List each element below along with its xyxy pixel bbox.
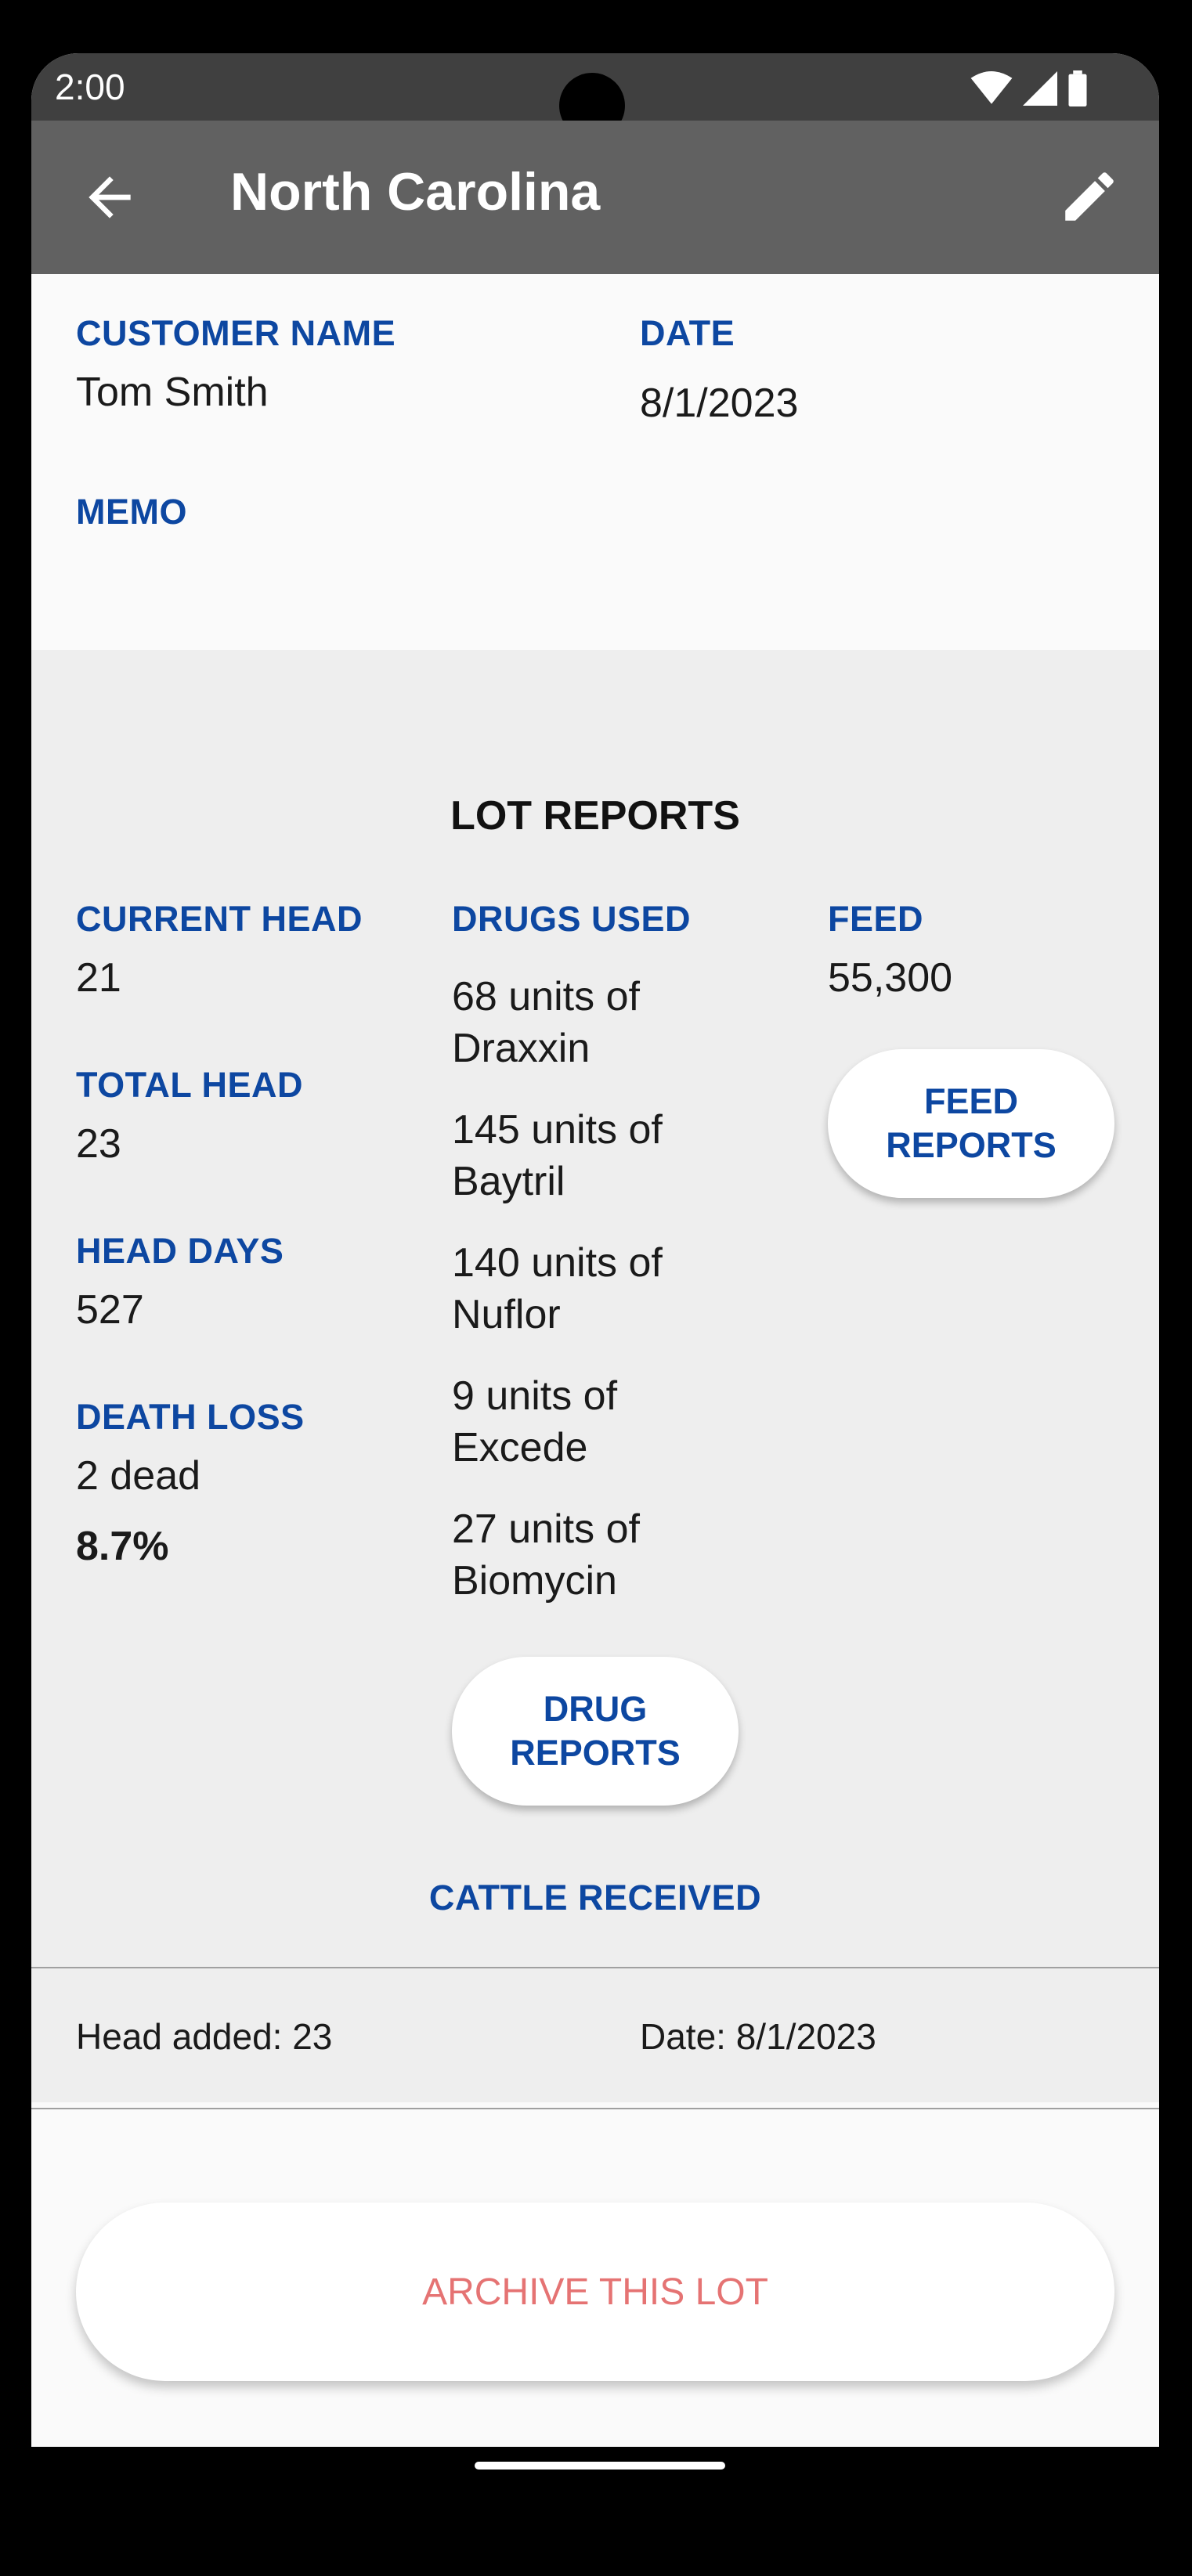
drug-reports-line1: DRUG: [543, 1689, 648, 1729]
back-button[interactable]: [78, 166, 141, 229]
status-bar: 2:00: [31, 53, 1159, 139]
drug-name: Baytril: [452, 1159, 565, 1204]
edit-pencil-icon: [1065, 172, 1114, 221]
head-days-value: 527: [76, 1287, 144, 1333]
wifi-icon: [970, 71, 1013, 104]
signal-icon: [1023, 71, 1057, 106]
drug-item: 68 units of Draxxin: [452, 971, 734, 1074]
archive-lot-button[interactable]: ARCHIVE THIS LOT: [76, 2203, 1114, 2381]
cattle-received-label: CATTLE RECEIVED: [428, 1878, 762, 1918]
memo-label: MEMO: [76, 492, 187, 532]
feed-reports-button[interactable]: FEED REPORTS: [828, 1049, 1114, 1198]
navigation-bar: [31, 2447, 1159, 2500]
drug-name: Draxxin: [452, 1026, 591, 1071]
drug-item: 145 units of Baytril: [452, 1104, 734, 1207]
page-title: North Carolina: [230, 162, 601, 222]
drugs-used-label: DRUGS USED: [452, 899, 692, 939]
received-date-text: Date: 8/1/2023: [640, 2016, 876, 2057]
home-indicator[interactable]: [475, 2462, 725, 2470]
drug-amount: 140 units of: [452, 1240, 663, 1286]
current-head-label: CURRENT HEAD: [76, 899, 363, 939]
customer-name-value: Tom Smith: [76, 370, 269, 415]
lot-reports-title: LOT REPORTS: [450, 793, 740, 839]
death-loss-value: 2 dead: [76, 1453, 201, 1499]
death-loss-label: DEATH LOSS: [76, 1397, 305, 1437]
date-label: DATE: [640, 313, 735, 353]
death-loss-percent: 8.7%: [76, 1524, 169, 1569]
drug-amount: 27 units of: [452, 1506, 640, 1552]
app-bar: North Carolina: [31, 121, 1159, 274]
head-days-label: HEAD DAYS: [76, 1231, 284, 1271]
status-time: 2:00: [55, 67, 125, 107]
screen: 2:00 North Carolina CUSTOMER NAME Tom Sm…: [31, 53, 1159, 2500]
drug-item: 27 units of Biomycin: [452, 1503, 734, 1607]
lot-reports-section: LOT REPORTS CURRENT HEAD 21 TOTAL HEAD 2…: [31, 650, 1159, 2109]
drug-reports-line2: REPORTS: [510, 1733, 681, 1773]
drug-amount: 145 units of: [452, 1107, 663, 1153]
divider: [31, 2108, 1159, 2109]
head-added-text: Head added: 23: [76, 2016, 333, 2057]
feed-value: 55,300: [828, 955, 953, 1001]
edit-button[interactable]: [1057, 164, 1122, 229]
drug-amount: 68 units of: [452, 974, 640, 1019]
status-icons: [970, 70, 1089, 106]
customer-name-label: CUSTOMER NAME: [76, 313, 396, 353]
battery-icon: [1068, 70, 1087, 106]
total-head-value: 23: [76, 1121, 121, 1167]
total-head-label: TOTAL HEAD: [76, 1065, 304, 1105]
feed-reports-line1: FEED: [923, 1081, 1018, 1121]
drug-name: Nuflor: [452, 1292, 561, 1337]
drug-amount: 9 units of: [452, 1373, 618, 1419]
drug-name: Biomycin: [452, 1558, 617, 1604]
feed-label: FEED: [828, 899, 924, 939]
divider: [31, 1967, 1159, 1968]
date-value: 8/1/2023: [640, 381, 799, 426]
phone-frame: 2:00 North Carolina CUSTOMER NAME Tom Sm…: [0, 0, 1192, 2576]
back-arrow-icon: [88, 176, 131, 218]
drug-item: 9 units of Excede: [452, 1370, 734, 1474]
drug-item: 140 units of Nuflor: [452, 1237, 734, 1340]
feed-reports-line2: REPORTS: [886, 1125, 1057, 1165]
drug-reports-button[interactable]: DRUG REPORTS: [452, 1657, 739, 1806]
drug-name: Excede: [452, 1425, 588, 1470]
current-head-value: 21: [76, 955, 121, 1001]
